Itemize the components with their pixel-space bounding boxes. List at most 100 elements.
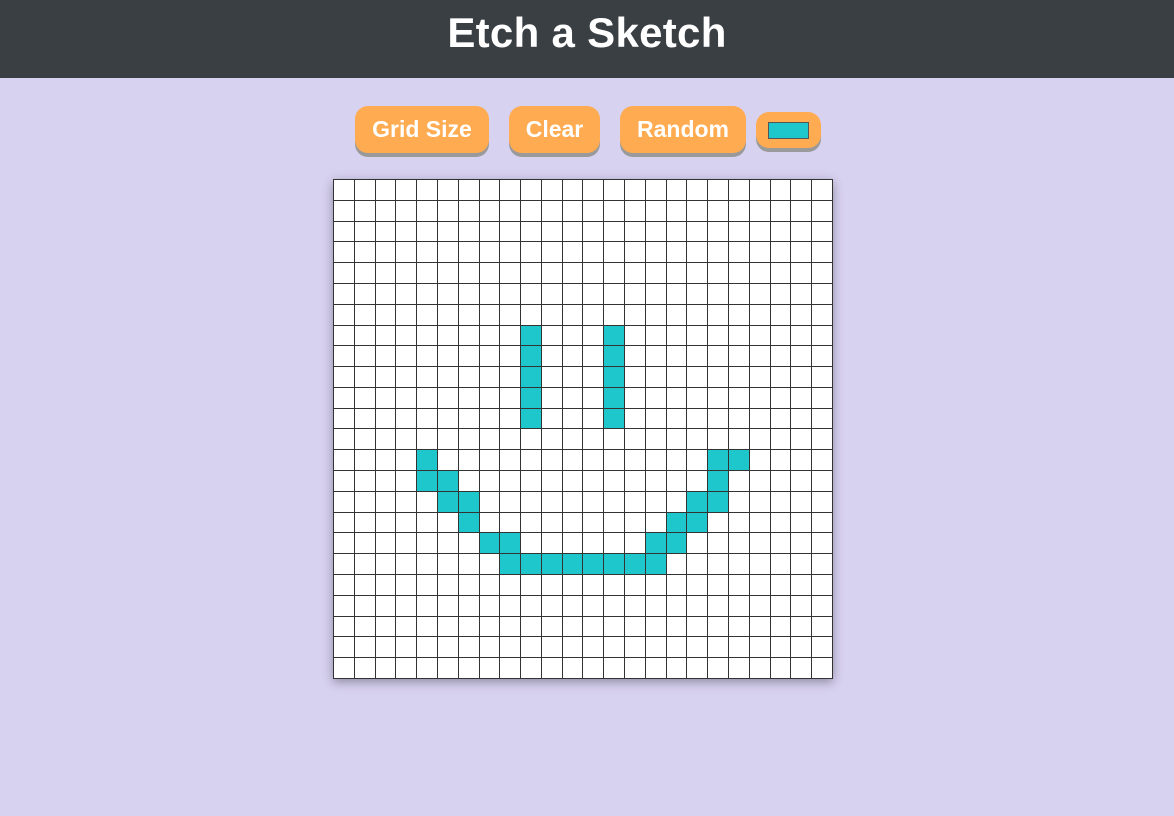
grid-cell[interactable] <box>375 450 397 472</box>
grid-cell[interactable] <box>666 554 688 576</box>
grid-cell[interactable] <box>583 180 605 201</box>
grid-cell[interactable] <box>687 637 709 659</box>
grid-cell[interactable] <box>541 450 563 472</box>
grid-cell[interactable] <box>604 616 626 638</box>
grid-cell[interactable] <box>396 575 418 596</box>
grid-cell[interactable] <box>458 242 480 264</box>
grid-cell[interactable] <box>812 283 833 305</box>
grid-cell[interactable] <box>521 346 542 368</box>
grid-cell[interactable] <box>604 429 626 451</box>
grid-cell[interactable] <box>375 221 397 243</box>
grid-cell[interactable] <box>583 554 605 576</box>
grid-cell[interactable] <box>541 242 563 264</box>
grid-cell[interactable] <box>749 512 771 534</box>
grid-cell[interactable] <box>334 304 355 326</box>
grid-cell[interactable] <box>687 387 709 409</box>
grid-cell[interactable] <box>417 450 438 472</box>
grid-cell[interactable] <box>354 512 376 534</box>
grid-cell[interactable] <box>687 429 709 451</box>
grid-cell[interactable] <box>770 471 792 492</box>
grid-size-button[interactable]: Grid Size <box>355 106 489 153</box>
grid-cell[interactable] <box>729 242 750 264</box>
grid-cell[interactable] <box>500 512 522 534</box>
grid-cell[interactable] <box>687 471 709 492</box>
grid-cell[interactable] <box>729 263 750 284</box>
grid-cell[interactable] <box>749 471 771 492</box>
grid-cell[interactable] <box>687 450 709 472</box>
grid-cell[interactable] <box>770 554 792 576</box>
grid-cell[interactable] <box>479 367 501 388</box>
grid-cell[interactable] <box>645 263 667 284</box>
grid-cell[interactable] <box>562 616 584 638</box>
grid-cell[interactable] <box>604 408 626 430</box>
grid-cell[interactable] <box>645 616 667 638</box>
grid-cell[interactable] <box>770 367 792 388</box>
grid-cell[interactable] <box>562 346 584 368</box>
grid-cell[interactable] <box>708 242 730 264</box>
grid-cell[interactable] <box>417 180 438 201</box>
grid-cell[interactable] <box>687 512 709 534</box>
grid-cell[interactable] <box>479 512 501 534</box>
grid-cell[interactable] <box>417 575 438 596</box>
grid-cell[interactable] <box>625 408 646 430</box>
grid-cell[interactable] <box>500 200 522 222</box>
grid-cell[interactable] <box>521 325 542 347</box>
grid-cell[interactable] <box>479 575 501 596</box>
grid-cell[interactable] <box>749 658 771 679</box>
grid-cell[interactable] <box>354 575 376 596</box>
grid-cell[interactable] <box>479 325 501 347</box>
grid-cell[interactable] <box>417 595 438 617</box>
grid-cell[interactable] <box>812 263 833 284</box>
grid-cell[interactable] <box>479 554 501 576</box>
grid-cell[interactable] <box>625 491 646 513</box>
grid-cell[interactable] <box>541 346 563 368</box>
grid-cell[interactable] <box>583 429 605 451</box>
grid-cell[interactable] <box>375 491 397 513</box>
grid-cell[interactable] <box>521 450 542 472</box>
grid-cell[interactable] <box>770 408 792 430</box>
grid-cell[interactable] <box>791 616 813 638</box>
grid-cell[interactable] <box>458 533 480 555</box>
grid-cell[interactable] <box>729 367 750 388</box>
grid-cell[interactable] <box>604 221 626 243</box>
grid-cell[interactable] <box>334 471 355 492</box>
grid-cell[interactable] <box>354 533 376 555</box>
grid-cell[interactable] <box>770 180 792 201</box>
grid-cell[interactable] <box>666 325 688 347</box>
grid-cell[interactable] <box>334 533 355 555</box>
grid-cell[interactable] <box>396 554 418 576</box>
grid-cell[interactable] <box>437 471 459 492</box>
grid-cell[interactable] <box>437 200 459 222</box>
grid-cell[interactable] <box>375 180 397 201</box>
grid-cell[interactable] <box>375 575 397 596</box>
grid-cell[interactable] <box>749 637 771 659</box>
grid-cell[interactable] <box>500 180 522 201</box>
grid-cell[interactable] <box>396 408 418 430</box>
grid-cell[interactable] <box>458 450 480 472</box>
grid-cell[interactable] <box>334 491 355 513</box>
grid-cell[interactable] <box>729 325 750 347</box>
grid-cell[interactable] <box>687 595 709 617</box>
grid-cell[interactable] <box>500 408 522 430</box>
grid-cell[interactable] <box>708 575 730 596</box>
grid-cell[interactable] <box>562 367 584 388</box>
grid-cell[interactable] <box>500 346 522 368</box>
grid-cell[interactable] <box>749 200 771 222</box>
grid-cell[interactable] <box>562 325 584 347</box>
grid-cell[interactable] <box>583 283 605 305</box>
grid-cell[interactable] <box>521 554 542 576</box>
grid-cell[interactable] <box>666 533 688 555</box>
grid-cell[interactable] <box>708 367 730 388</box>
grid-cell[interactable] <box>479 450 501 472</box>
grid-cell[interactable] <box>791 450 813 472</box>
grid-cell[interactable] <box>541 595 563 617</box>
grid-cell[interactable] <box>541 658 563 679</box>
grid-cell[interactable] <box>521 387 542 409</box>
grid-cell[interactable] <box>604 180 626 201</box>
grid-cell[interactable] <box>645 304 667 326</box>
grid-cell[interactable] <box>666 471 688 492</box>
grid-cell[interactable] <box>396 491 418 513</box>
grid-cell[interactable] <box>791 325 813 347</box>
grid-cell[interactable] <box>396 595 418 617</box>
grid-cell[interactable] <box>375 533 397 555</box>
